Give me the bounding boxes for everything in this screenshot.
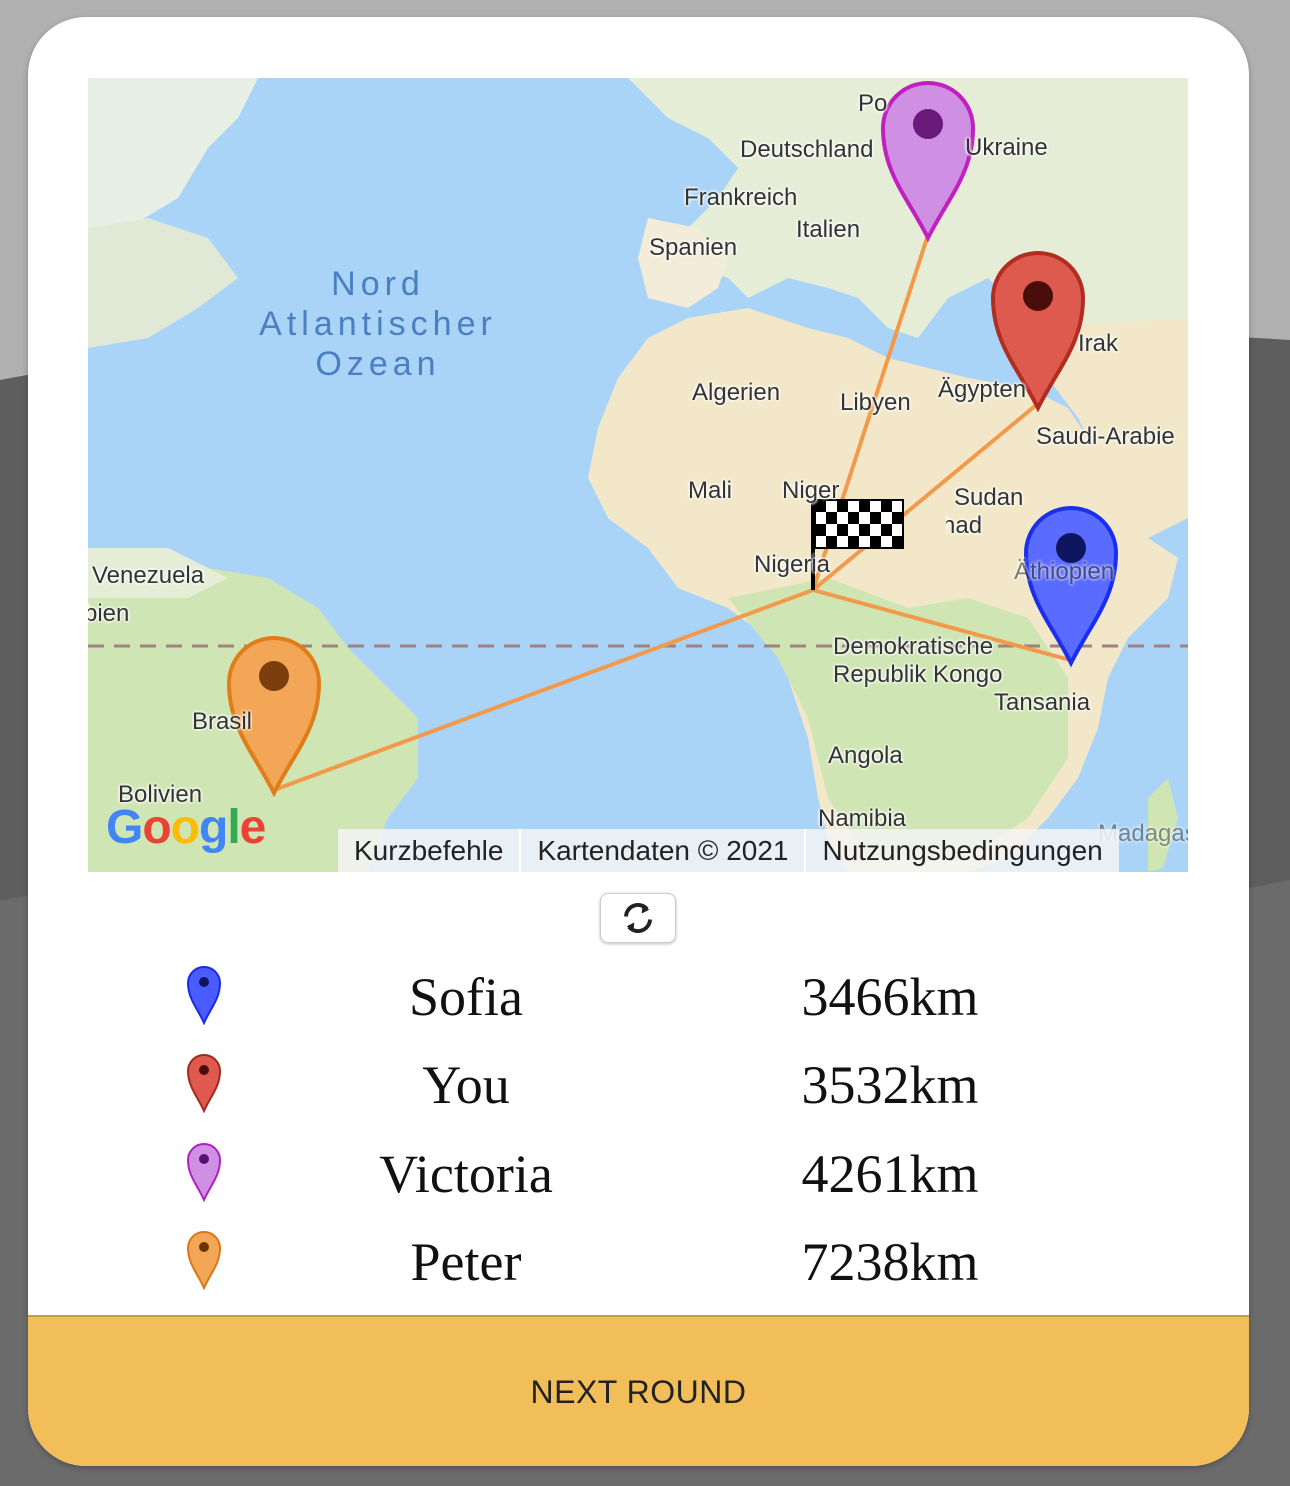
map-attribution-bar: Kurzbefehle Kartendaten © 2021 Nutzungsb… — [338, 829, 1119, 872]
result-row: Peter 7238km — [28, 1230, 1249, 1318]
map-label-aethiopien: Äthiopien — [1014, 558, 1115, 585]
map-label-tansania: Tansania — [994, 689, 1091, 716]
player-name: Victoria — [379, 1144, 553, 1204]
map-label-angola: Angola — [828, 742, 903, 769]
map-label-niger: Niger — [782, 477, 840, 504]
player-name: Peter — [410, 1232, 522, 1292]
map-label-nigeria: Nigeria — [754, 551, 831, 578]
refresh-icon — [624, 903, 652, 933]
pin-victoria-icon — [186, 1143, 222, 1202]
map-label-venezuela: Venezuela — [92, 562, 205, 589]
terms-of-use-link[interactable]: Nutzungsbedingungen — [804, 829, 1118, 872]
google-logo[interactable]: Google — [106, 800, 266, 855]
map-label-mali: Mali — [688, 477, 733, 504]
map-label-polen: Po — [858, 90, 888, 117]
player-distance: 3532km — [801, 1055, 979, 1115]
pin-peter-icon — [186, 1231, 222, 1290]
map-label-deutschland: Deutschland — [740, 136, 874, 163]
map-label-sudan: Sudan — [954, 484, 1024, 511]
map-label-italien: Italien — [796, 216, 861, 243]
result-row: You 3532km — [28, 1053, 1249, 1141]
result-row: Sofia 3466km — [28, 965, 1249, 1053]
map-label-drk-2: Republik Kongo — [833, 661, 1003, 688]
map-label-irak: Irak — [1078, 330, 1119, 357]
results-map[interactable]: Nord Atlantischer Ozean Deutschland Ukra… — [88, 78, 1188, 872]
result-row: Victoria 4261km — [28, 1142, 1249, 1230]
player-name: Sofia — [409, 967, 523, 1027]
map-label-algerien: Algerien — [692, 379, 781, 406]
pin-sofia-icon — [186, 966, 222, 1025]
player-distance: 7238km — [801, 1232, 979, 1292]
map-label-ukraine: Ukraine — [965, 134, 1048, 161]
pin-you-icon — [186, 1054, 222, 1113]
results-card: Nord Atlantischer Ozean Deutschland Ukra… — [28, 17, 1249, 1466]
map-label-kolumbien: bien — [88, 600, 130, 627]
player-distance: 4261km — [801, 1144, 979, 1204]
player-distance: 3466km — [801, 967, 979, 1027]
keyboard-shortcuts-link[interactable]: Kurzbefehle — [338, 829, 519, 872]
map-label-spanien: Spanien — [649, 234, 738, 261]
ocean-label: Nord Atlantischer Ozean — [259, 265, 497, 383]
refresh-button[interactable] — [600, 893, 676, 943]
map-label-frankreich: Frankreich — [684, 184, 798, 211]
map-label-brasilien: Brasilien — [192, 708, 252, 735]
map-label-libyen: Libyen — [840, 389, 911, 416]
map-base — [88, 78, 1188, 872]
player-name: You — [422, 1055, 510, 1115]
next-round-button[interactable]: NEXT ROUND — [28, 1315, 1249, 1466]
map-data-credit: Kartendaten © 2021 — [519, 829, 804, 872]
map-label-saudi-arabien: Saudi-Arabie — [1036, 423, 1175, 450]
map-label-drk-1: Demokratische — [833, 633, 994, 660]
map-label-aegypten: Ägypten — [938, 376, 1027, 403]
